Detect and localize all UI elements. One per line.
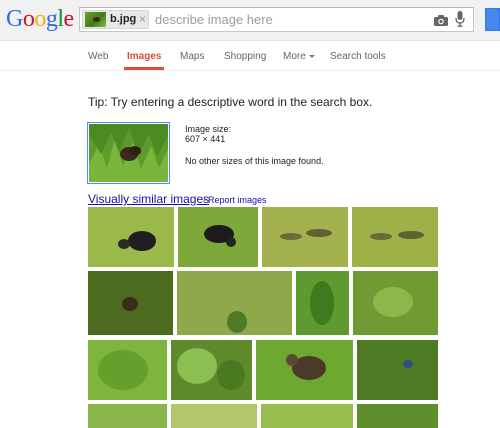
- tab-web[interactable]: Web: [88, 51, 108, 62]
- chip-thumbnail: [85, 12, 106, 27]
- active-tab-indicator: [124, 67, 164, 70]
- logo-letter: G: [6, 6, 23, 32]
- similar-image-tile[interactable]: [88, 207, 174, 267]
- close-icon[interactable]: ×: [139, 12, 146, 26]
- similar-image-tile[interactable]: [256, 340, 353, 400]
- similar-image-tile[interactable]: [171, 404, 257, 428]
- search-tip: Tip: Try entering a descriptive word in …: [88, 95, 373, 109]
- similar-image-tile[interactable]: [88, 404, 167, 428]
- similar-image-tile[interactable]: [88, 340, 167, 400]
- similar-image-tile[interactable]: [352, 207, 438, 267]
- logo-letter: o: [34, 6, 46, 32]
- similar-image-tile[interactable]: [262, 207, 348, 267]
- chip-filename: b.jpg: [110, 13, 137, 25]
- similar-image-tile[interactable]: [296, 271, 349, 335]
- similar-image-tile[interactable]: [353, 271, 438, 335]
- camera-icon[interactable]: [434, 13, 448, 31]
- similar-image-tile[interactable]: [177, 271, 292, 335]
- similar-image-tile[interactable]: [261, 404, 353, 428]
- header-bar: Google b.jpg × describe image here: [0, 0, 500, 41]
- search-input[interactable]: b.jpg × describe image here: [79, 7, 474, 32]
- tab-maps[interactable]: Maps: [180, 51, 204, 62]
- report-images-link[interactable]: Report images: [208, 195, 267, 205]
- separator-dash: -: [203, 195, 206, 205]
- google-logo[interactable]: Google: [6, 5, 74, 33]
- similar-image-tile[interactable]: [88, 271, 173, 335]
- caret-down-icon: [308, 54, 315, 58]
- query-image-thumbnail[interactable]: [87, 122, 170, 184]
- search-button[interactable]: [485, 8, 500, 31]
- search-tabs: Web Images Maps Shopping More Search too…: [0, 41, 500, 71]
- tab-more-label: More: [283, 51, 306, 62]
- logo-letter: e: [63, 6, 75, 32]
- logo-letter: g: [45, 6, 58, 32]
- similar-image-tile[interactable]: [171, 340, 252, 400]
- similar-image-tile[interactable]: [178, 207, 258, 267]
- logo-letter: o: [22, 6, 35, 32]
- tab-more[interactable]: More: [283, 51, 315, 62]
- similar-image-tile[interactable]: [357, 340, 438, 400]
- tab-images[interactable]: Images: [127, 51, 161, 62]
- microphone-icon[interactable]: [455, 11, 465, 32]
- tab-search-tools[interactable]: Search tools: [330, 51, 386, 62]
- similar-image-tile[interactable]: [357, 404, 438, 428]
- visually-similar-link[interactable]: Visually similar images: [88, 192, 209, 206]
- image-size-value: 607 × 441: [185, 134, 226, 144]
- tab-shopping[interactable]: Shopping: [224, 51, 266, 62]
- search-placeholder[interactable]: describe image here: [155, 12, 273, 27]
- query-image-chip[interactable]: b.jpg ×: [82, 10, 149, 29]
- image-size-label: Image size:: [185, 124, 232, 134]
- no-other-sizes-text: No other sizes of this image found.: [185, 156, 324, 166]
